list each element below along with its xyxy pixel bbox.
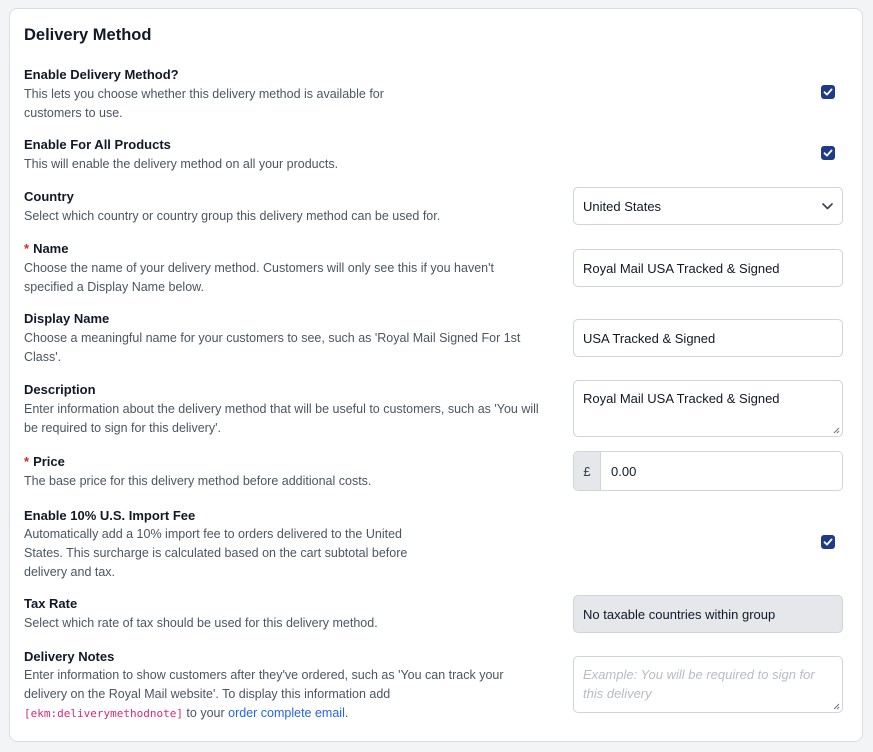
enable-all-products-checkbox[interactable] — [821, 146, 835, 160]
description-label: Description — [24, 382, 96, 397]
resize-handle-icon[interactable] — [833, 427, 840, 434]
enable-all-products-label: Enable For All Products — [24, 137, 171, 152]
country-select[interactable]: United States — [573, 187, 843, 225]
checkmark-icon — [823, 538, 833, 546]
name-label: * Name — [24, 241, 69, 256]
chevron-down-icon — [822, 202, 833, 209]
country-desc: Select which country or country group th… — [24, 209, 441, 223]
delivery-notes-placeholder: Example: You will be required to sign fo… — [583, 667, 815, 701]
delivery-notes-textarea[interactable]: Example: You will be required to sign fo… — [573, 656, 843, 713]
enable-delivery-method-label: Enable Delivery Method? — [24, 67, 179, 82]
tax-rate-select: No taxable countries within group — [573, 595, 843, 633]
import-fee-desc: Automatically add a 10% import fee to or… — [24, 527, 408, 579]
country-label: Country — [24, 189, 74, 204]
import-fee-checkbox[interactable] — [821, 535, 835, 549]
currency-prefix: £ — [574, 452, 601, 490]
delivery-notes-label: Delivery Notes — [24, 649, 115, 664]
price-input[interactable]: 0.00 — [601, 452, 842, 490]
tax-rate-label: Tax Rate — [24, 596, 78, 611]
enable-all-products-desc: This will enable the delivery method on … — [24, 157, 339, 171]
checkmark-icon — [823, 88, 833, 96]
display-name-label: Display Name — [24, 311, 110, 326]
display-name-desc: Choose a meaningful name for your custom… — [24, 331, 521, 364]
enable-delivery-method-checkbox[interactable] — [821, 85, 835, 99]
name-desc: Choose the name of your delivery method.… — [24, 261, 494, 294]
resize-handle-icon[interactable] — [833, 703, 840, 710]
price-input-group: £ 0.00 — [573, 451, 843, 491]
order-complete-email-link[interactable]: order complete email — [228, 706, 345, 720]
description-textarea[interactable]: Royal Mail USA Tracked & Signed — [573, 380, 843, 437]
display-name-input[interactable]: USA Tracked & Signed — [573, 319, 843, 357]
name-input[interactable]: Royal Mail USA Tracked & Signed — [573, 249, 843, 287]
price-desc: The base price for this delivery method … — [24, 474, 372, 488]
enable-delivery-method-desc: This lets you choose whether this delive… — [24, 87, 384, 120]
required-mark: * — [24, 241, 30, 256]
description-desc: Enter information about the delivery met… — [24, 402, 539, 435]
import-fee-label: Enable 10% U.S. Import Fee — [24, 508, 196, 523]
price-label: * Price — [24, 454, 65, 469]
checkmark-icon — [823, 149, 833, 157]
tax-rate-desc: Select which rate of tax should be used … — [24, 616, 378, 630]
delivery-notes-desc: Enter information to show customers afte… — [24, 668, 504, 720]
page-title: Delivery Method — [24, 26, 152, 44]
required-mark: * — [24, 454, 30, 469]
merge-tag-code: [ekm:deliverymethodnote] — [24, 707, 183, 720]
country-select-value: United States — [583, 198, 662, 214]
